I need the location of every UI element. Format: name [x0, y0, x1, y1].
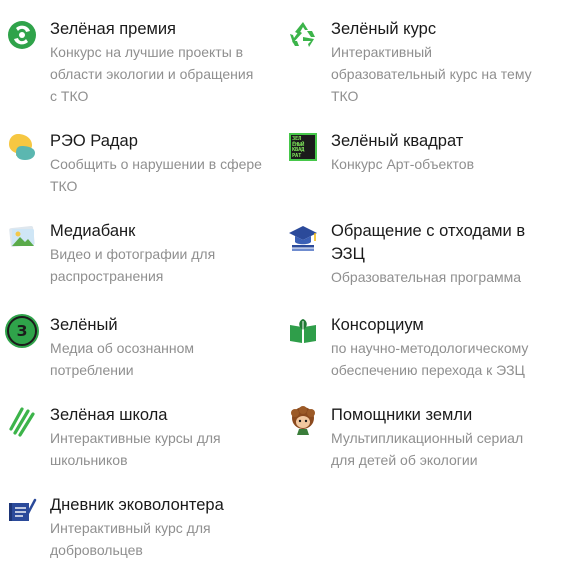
- item-desc-line: по научно-методологическому: [331, 340, 529, 356]
- item-desc-line: Конкурс на лучшие проекты в: [50, 44, 244, 60]
- green-course-link[interactable]: Зелёный курс Интерактивный образовательн…: [287, 18, 557, 107]
- green-square-icon: ЗЕЛ ЁНЫЙ КВАД РАТ: [287, 131, 319, 163]
- item-title: Зелёная премия: [50, 20, 176, 38]
- item-desc-line: Интерактивный курс для: [50, 520, 211, 536]
- item-desc-line: для детей об экологии: [331, 452, 478, 468]
- item-title: РЭО Радар: [50, 132, 138, 150]
- item-desc-line: Видео и фотографии для: [50, 246, 216, 262]
- item-title: Дневник эковолонтера: [50, 496, 224, 514]
- item-desc-line: области экологии и обращения: [50, 66, 254, 82]
- item-desc-line: с ТКО: [50, 88, 89, 104]
- item-desc-line: Конкурс Арт-объектов: [331, 156, 475, 172]
- recycle-icon: [287, 19, 319, 51]
- item-desc-line: школьников: [50, 452, 128, 468]
- item-title: Помощники земли: [331, 406, 473, 424]
- graduation-cap-icon: [287, 221, 319, 253]
- item-desc-line: обеспечению перехода к ЭЗЦ: [331, 362, 525, 378]
- badge-letter: З: [16, 322, 28, 340]
- waste-handling-link[interactable]: Обращение с отходами в ЭЗЦ Образовательн…: [287, 220, 557, 288]
- item-desc-line: ТКО: [50, 178, 78, 194]
- item-title: Консорциум: [331, 316, 424, 334]
- zeleny-media-icon: З: [6, 315, 38, 347]
- consortium-link[interactable]: Консорциум по научно-методологическому о…: [287, 314, 557, 381]
- zeleny-media-link[interactable]: З Зелёный Медиа об осознанном потреблени…: [6, 314, 272, 381]
- item-title: Зелёный: [50, 316, 118, 334]
- eco-volunteer-diary-link[interactable]: Дневник эковолонтера Интерактивный курс …: [6, 494, 272, 561]
- item-desc-line: образовательный курс на тему: [331, 66, 532, 82]
- cartoon-character-icon: [287, 405, 319, 437]
- item-title: Зелёная школа: [50, 406, 168, 424]
- pencils-icon: [6, 405, 38, 437]
- green-square-link[interactable]: ЗЕЛ ЁНЫЙ КВАД РАТ Зелёный квадрат Конкур…: [287, 130, 557, 175]
- item-title: Зелёный курс: [331, 20, 437, 38]
- radar-chat-icon: [6, 131, 38, 163]
- green-award-icon: [6, 19, 38, 51]
- reo-radar-link[interactable]: РЭО Радар Сообщить о нарушении в сфере Т…: [6, 130, 272, 197]
- item-desc-line: Образовательная программа: [331, 269, 522, 285]
- item-desc-line: Интерактивный: [331, 44, 432, 60]
- item-desc-line: Мультипликационный сериал: [331, 430, 524, 446]
- item-desc-line: распространения: [50, 268, 164, 284]
- item-title-line2: ЭЗЦ: [331, 245, 365, 263]
- mediabank-link[interactable]: Медиабанк Видео и фотографии для распрос…: [6, 220, 272, 287]
- media-picture-icon: [6, 221, 38, 253]
- earth-helpers-link[interactable]: Помощники земли Мультипликационный сериа…: [287, 404, 557, 471]
- item-desc-line: ТКО: [331, 88, 359, 104]
- item-desc-line: Медиа об осознанном: [50, 340, 195, 356]
- item-desc-line: потреблении: [50, 362, 134, 378]
- diary-pen-icon: [6, 495, 38, 527]
- badge-line: РАТ: [292, 152, 302, 159]
- green-award-link[interactable]: Зелёная премия Конкурс на лучшие проекты…: [6, 18, 272, 107]
- item-title: Обращение с отходами в: [331, 222, 526, 240]
- green-school-link[interactable]: Зелёная школа Интерактивные курсы для шк…: [6, 404, 272, 471]
- book-leaf-icon: [287, 315, 319, 347]
- item-desc-line: Интерактивные курсы для: [50, 430, 221, 446]
- item-desc-line: Сообщить о нарушении в сфере: [50, 156, 262, 172]
- item-title: Медиабанк: [50, 222, 136, 240]
- item-title: Зелёный квадрат: [331, 132, 464, 150]
- item-desc-line: добровольцев: [50, 542, 143, 558]
